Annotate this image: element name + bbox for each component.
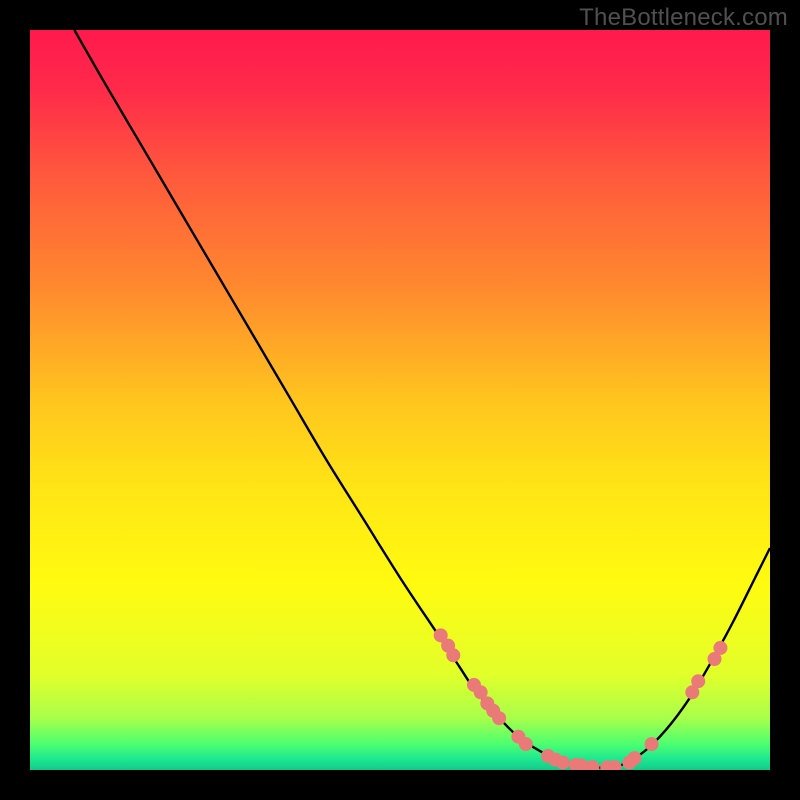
- data-markers: [434, 628, 728, 770]
- data-marker: [519, 737, 533, 751]
- data-marker: [713, 641, 727, 655]
- chart-frame: [30, 30, 770, 770]
- watermark-text: TheBottleneck.com: [579, 4, 788, 32]
- data-marker: [645, 737, 659, 751]
- data-marker: [556, 756, 570, 770]
- data-marker: [446, 648, 460, 662]
- data-marker: [628, 751, 642, 765]
- data-marker: [585, 760, 599, 770]
- data-marker: [691, 674, 705, 688]
- data-marker: [492, 711, 506, 725]
- plot-layer: [30, 30, 770, 770]
- bottleneck-curve: [74, 30, 770, 768]
